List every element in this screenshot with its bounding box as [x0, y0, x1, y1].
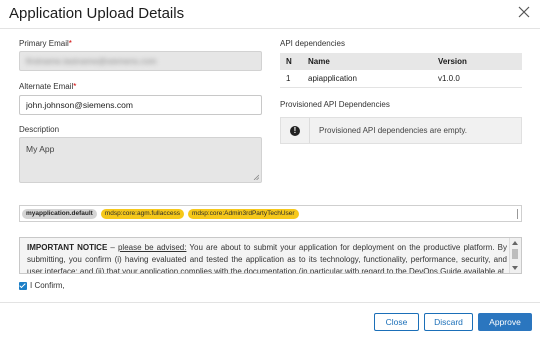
- notice-scrollbar[interactable]: [509, 238, 521, 273]
- row-version: v1.0.0: [432, 70, 522, 88]
- column-header-name: Name: [302, 53, 432, 70]
- scroll-down-icon[interactable]: [512, 266, 518, 270]
- notice-text: IMPORTANT NOTICE – please be advised: Yo…: [27, 243, 508, 274]
- alternate-email-field[interactable]: [19, 95, 262, 115]
- upload-details-dialog: Application Upload Details Primary Email…: [0, 0, 540, 341]
- description-field[interactable]: My App: [19, 137, 262, 183]
- scope-tag: mdsp:core:Admin3rdPartyTechUser: [187, 208, 299, 219]
- footer-divider: [0, 302, 540, 303]
- primary-email-label: Primary Email*: [19, 39, 72, 48]
- scroll-up-icon[interactable]: [512, 241, 518, 245]
- column-header-version: Version: [432, 53, 522, 70]
- row-name: apiapplication: [302, 70, 432, 88]
- scroll-thumb[interactable]: [512, 249, 518, 259]
- alternate-email-label: Alternate Email*: [19, 82, 77, 91]
- notice-advised: please be advised:: [117, 243, 187, 252]
- confirm-label: I Confirm,: [30, 281, 65, 290]
- api-dependencies-table: N Name Version 1 apiapplication v1.0.0: [280, 53, 522, 88]
- close-button[interactable]: Close: [374, 313, 419, 331]
- approve-button[interactable]: Approve: [478, 313, 532, 331]
- provisioned-message: Provisioned API dependencies are empty.: [319, 126, 467, 135]
- primary-email-value: firstname.lastname@siemens.com: [26, 56, 157, 66]
- description-label: Description: [19, 125, 60, 134]
- discard-button[interactable]: Discard: [424, 313, 473, 331]
- primary-email-field: firstname.lastname@siemens.com: [19, 51, 262, 71]
- api-dependencies-title: API dependencies: [280, 39, 345, 48]
- table-row: 1 apiapplication v1.0.0: [280, 70, 522, 88]
- scope-tags-field[interactable]: myapplication.default mdsp:core:agm.full…: [19, 205, 522, 222]
- alert-icon: !: [290, 125, 300, 136]
- header-divider: [0, 28, 540, 29]
- table-header-row: N Name Version: [280, 53, 522, 70]
- confirm-row[interactable]: I Confirm,: [19, 281, 65, 290]
- important-notice-box[interactable]: IMPORTANT NOTICE – please be advised: Yo…: [19, 237, 522, 274]
- notice-heading: IMPORTANT NOTICE: [27, 243, 108, 252]
- provisioned-title: Provisioned API Dependencies: [280, 100, 390, 109]
- scope-tag: myapplication.default: [22, 208, 97, 219]
- resize-handle-icon[interactable]: [253, 174, 259, 180]
- close-icon[interactable]: [517, 5, 531, 19]
- column-header-n: N: [280, 53, 302, 70]
- dialog-title: Application Upload Details: [9, 5, 185, 22]
- scope-tag: mdsp:core:agm.fullaccess: [100, 208, 184, 219]
- description-value: My App: [26, 144, 55, 154]
- confirm-checkbox[interactable]: [19, 281, 27, 290]
- row-number: 1: [280, 70, 302, 88]
- provisioned-info-box: ! Provisioned API dependencies are empty…: [280, 117, 522, 144]
